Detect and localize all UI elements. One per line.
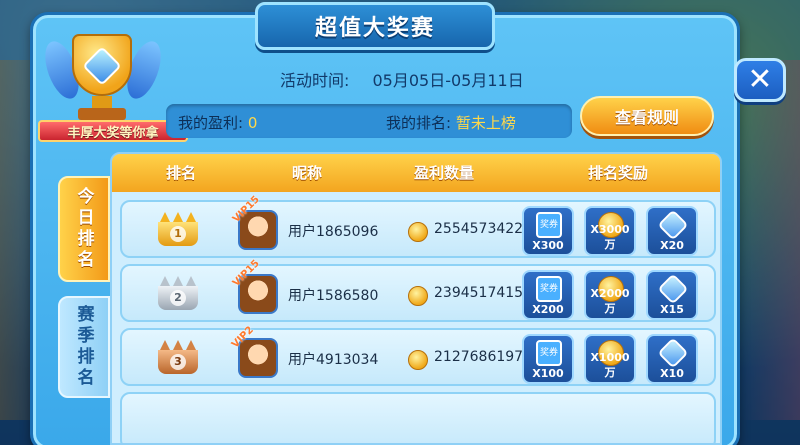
table-row: [120, 392, 716, 443]
event-time: 活动时间: 05月05日-05月11日: [280, 67, 524, 91]
nickname: 用户4913034: [288, 352, 379, 368]
my-rank-value: 暂未上榜: [455, 114, 516, 132]
reward-gem: X10: [646, 334, 698, 384]
table-header: 排名 昵称 盈利数量 排名奖励: [112, 154, 720, 192]
event-time-value: 05月05日-05月11日: [372, 71, 524, 90]
nickname: 用户1586580: [288, 288, 379, 304]
my-profit-value: 0: [247, 114, 258, 132]
ranking-table: 排名 昵称 盈利数量 排名奖励 1 VIP15 用户1865096 255457…: [110, 152, 722, 445]
event-time-label: 活动时间:: [280, 71, 350, 90]
reward-ticket: 奖券 X200: [522, 270, 574, 320]
title-plate: 超值大奖赛: [255, 2, 495, 50]
reward-qty: X20: [660, 239, 684, 252]
reward-qty: X15: [660, 303, 684, 316]
rank-number: 2: [170, 290, 186, 306]
profit-amount: 2394517415: [434, 285, 522, 301]
rank-number: 1: [170, 226, 186, 242]
header-rank: 排名: [166, 164, 197, 182]
reward-ticket: 奖券 X300: [522, 206, 574, 256]
my-profit-label: 我的盈利:: [178, 114, 244, 132]
coin-icon: [408, 222, 428, 242]
reward-qty: X2000万: [590, 287, 630, 315]
reward-qty: X300: [532, 239, 564, 252]
coin-icon: [408, 350, 428, 370]
reward-gold: X1000万: [584, 334, 636, 384]
profit-amount: 2127686197: [434, 349, 522, 365]
profit-amount: 2554573422: [434, 221, 522, 237]
tab-season-label: 赛季排名: [73, 305, 94, 389]
ticket-icon: 奖券: [536, 212, 562, 238]
header-nickname: 昵称: [292, 164, 323, 182]
gem-icon: [657, 273, 689, 305]
reward-qty: X1000万: [590, 351, 630, 379]
view-rules-button[interactable]: 查看规则: [580, 96, 714, 136]
reward-qty: X200: [532, 303, 564, 316]
reward-qty: X10: [660, 367, 684, 380]
coin-icon: [408, 286, 428, 306]
my-rank-label: 我的排名:: [386, 114, 452, 132]
my-rank: 我的排名: 暂未上榜: [386, 112, 516, 133]
my-stats-bar: 我的盈利: 0 我的排名: 暂未上榜: [166, 104, 572, 138]
reward-gem: X15: [646, 270, 698, 320]
table-row: 3 VIP2 用户4913034 2127686197 奖券 X100 X100…: [120, 325, 716, 386]
table-row: 1 VIP15 用户1865096 2554573422 奖券 X300 X30…: [120, 194, 716, 258]
header-reward: 排名奖励: [588, 164, 649, 182]
ticket-icon: 奖券: [536, 276, 562, 302]
tab-today-label: 今日排名: [73, 187, 94, 271]
nickname: 用户1865096: [288, 224, 379, 240]
tab-today-ranking[interactable]: 今日排名: [58, 176, 110, 282]
close-button[interactable]: ✕: [734, 58, 786, 102]
tab-season-ranking[interactable]: 赛季排名: [58, 296, 110, 398]
reward-qty: X100: [532, 367, 564, 380]
reward-ticket: 奖券 X100: [522, 334, 574, 384]
header-profit: 盈利数量: [414, 164, 475, 182]
ticket-icon: 奖券: [536, 340, 562, 366]
reward-gold: X2000万: [584, 270, 636, 320]
page-title: 超值大奖赛: [314, 16, 435, 41]
rank-number: 3: [170, 354, 186, 370]
view-rules-label: 查看规则: [614, 108, 679, 127]
trophy-emblem: 丰厚大奖等你拿: [34, 18, 188, 148]
reward-gold: X3000万: [584, 206, 636, 256]
close-icon: ✕: [747, 62, 773, 97]
trophy-ribbon-text: 丰厚大奖等你拿: [67, 125, 159, 141]
my-profit: 我的盈利: 0: [178, 112, 257, 133]
trophy-base: [78, 108, 126, 120]
gem-icon: [657, 337, 689, 369]
reward-qty: X3000万: [590, 223, 630, 251]
gem-icon: [657, 209, 689, 241]
gold-crown-icon: 1: [158, 212, 198, 246]
reward-gem: X20: [646, 206, 698, 256]
table-row: 2 VIP15 用户1586580 2394517415 奖券 X200 X20…: [120, 258, 716, 322]
silver-crown-icon: 2: [158, 276, 198, 310]
bronze-crown-icon: 3: [158, 340, 198, 374]
